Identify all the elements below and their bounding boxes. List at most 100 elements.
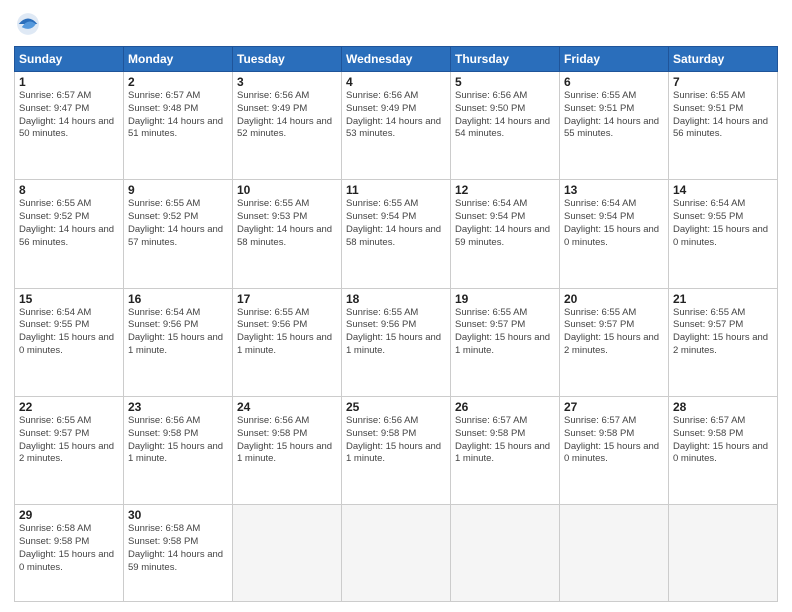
day-info: Sunrise: 6:56 AM Sunset: 9:49 PM Dayligh… — [346, 90, 446, 141]
day-info: Sunrise: 6:56 AM Sunset: 9:50 PM Dayligh… — [455, 90, 555, 141]
weekday-header-tuesday: Tuesday — [233, 47, 342, 72]
day-info: Sunrise: 6:55 AM Sunset: 9:56 PM Dayligh… — [346, 307, 446, 358]
day-info: Sunrise: 6:57 AM Sunset: 9:47 PM Dayligh… — [19, 90, 119, 141]
day-number: 14 — [673, 183, 773, 197]
day-info: Sunrise: 6:55 AM Sunset: 9:56 PM Dayligh… — [237, 307, 337, 358]
day-info: Sunrise: 6:55 AM Sunset: 9:51 PM Dayligh… — [673, 90, 773, 141]
calendar-cell: 21 Sunrise: 6:55 AM Sunset: 9:57 PM Dayl… — [669, 288, 778, 396]
day-info: Sunrise: 6:58 AM Sunset: 9:58 PM Dayligh… — [128, 523, 228, 574]
day-number: 23 — [128, 400, 228, 414]
calendar-header-row: SundayMondayTuesdayWednesdayThursdayFrid… — [15, 47, 778, 72]
day-number: 15 — [19, 292, 119, 306]
day-info: Sunrise: 6:57 AM Sunset: 9:58 PM Dayligh… — [564, 415, 664, 466]
calendar-cell: 17 Sunrise: 6:55 AM Sunset: 9:56 PM Dayl… — [233, 288, 342, 396]
calendar-cell: 22 Sunrise: 6:55 AM Sunset: 9:57 PM Dayl… — [15, 396, 124, 504]
calendar-cell — [233, 505, 342, 602]
day-number: 29 — [19, 508, 119, 522]
day-info: Sunrise: 6:55 AM Sunset: 9:53 PM Dayligh… — [237, 198, 337, 249]
weekday-header-sunday: Sunday — [15, 47, 124, 72]
calendar-cell: 1 Sunrise: 6:57 AM Sunset: 9:47 PM Dayli… — [15, 72, 124, 180]
day-number: 6 — [564, 75, 664, 89]
day-info: Sunrise: 6:54 AM Sunset: 9:54 PM Dayligh… — [564, 198, 664, 249]
day-info: Sunrise: 6:56 AM Sunset: 9:58 PM Dayligh… — [346, 415, 446, 466]
page: SundayMondayTuesdayWednesdayThursdayFrid… — [0, 0, 792, 612]
day-number: 28 — [673, 400, 773, 414]
calendar-cell: 5 Sunrise: 6:56 AM Sunset: 9:50 PM Dayli… — [451, 72, 560, 180]
day-number: 4 — [346, 75, 446, 89]
calendar-cell — [342, 505, 451, 602]
day-number: 7 — [673, 75, 773, 89]
calendar-cell: 18 Sunrise: 6:55 AM Sunset: 9:56 PM Dayl… — [342, 288, 451, 396]
day-info: Sunrise: 6:54 AM Sunset: 9:55 PM Dayligh… — [673, 198, 773, 249]
day-info: Sunrise: 6:56 AM Sunset: 9:58 PM Dayligh… — [237, 415, 337, 466]
day-number: 17 — [237, 292, 337, 306]
day-info: Sunrise: 6:56 AM Sunset: 9:58 PM Dayligh… — [128, 415, 228, 466]
calendar-cell: 14 Sunrise: 6:54 AM Sunset: 9:55 PM Dayl… — [669, 180, 778, 288]
day-number: 13 — [564, 183, 664, 197]
calendar-cell: 20 Sunrise: 6:55 AM Sunset: 9:57 PM Dayl… — [560, 288, 669, 396]
day-number: 21 — [673, 292, 773, 306]
calendar-cell: 10 Sunrise: 6:55 AM Sunset: 9:53 PM Dayl… — [233, 180, 342, 288]
day-number: 11 — [346, 183, 446, 197]
calendar-cell: 26 Sunrise: 6:57 AM Sunset: 9:58 PM Dayl… — [451, 396, 560, 504]
day-info: Sunrise: 6:57 AM Sunset: 9:58 PM Dayligh… — [455, 415, 555, 466]
day-number: 30 — [128, 508, 228, 522]
calendar-cell: 28 Sunrise: 6:57 AM Sunset: 9:58 PM Dayl… — [669, 396, 778, 504]
calendar-cell: 3 Sunrise: 6:56 AM Sunset: 9:49 PM Dayli… — [233, 72, 342, 180]
day-info: Sunrise: 6:56 AM Sunset: 9:49 PM Dayligh… — [237, 90, 337, 141]
day-info: Sunrise: 6:55 AM Sunset: 9:52 PM Dayligh… — [128, 198, 228, 249]
day-number: 24 — [237, 400, 337, 414]
calendar-week-row: 15 Sunrise: 6:54 AM Sunset: 9:55 PM Dayl… — [15, 288, 778, 396]
calendar-cell: 19 Sunrise: 6:55 AM Sunset: 9:57 PM Dayl… — [451, 288, 560, 396]
day-info: Sunrise: 6:55 AM Sunset: 9:57 PM Dayligh… — [19, 415, 119, 466]
day-number: 9 — [128, 183, 228, 197]
calendar-week-row: 8 Sunrise: 6:55 AM Sunset: 9:52 PM Dayli… — [15, 180, 778, 288]
day-info: Sunrise: 6:55 AM Sunset: 9:57 PM Dayligh… — [455, 307, 555, 358]
logo — [14, 10, 46, 38]
calendar-week-row: 29 Sunrise: 6:58 AM Sunset: 9:58 PM Dayl… — [15, 505, 778, 602]
calendar-cell: 16 Sunrise: 6:54 AM Sunset: 9:56 PM Dayl… — [124, 288, 233, 396]
logo-icon — [14, 10, 42, 38]
calendar-week-row: 22 Sunrise: 6:55 AM Sunset: 9:57 PM Dayl… — [15, 396, 778, 504]
calendar-cell — [451, 505, 560, 602]
calendar-cell: 29 Sunrise: 6:58 AM Sunset: 9:58 PM Dayl… — [15, 505, 124, 602]
calendar-cell: 12 Sunrise: 6:54 AM Sunset: 9:54 PM Dayl… — [451, 180, 560, 288]
day-info: Sunrise: 6:54 AM Sunset: 9:54 PM Dayligh… — [455, 198, 555, 249]
day-number: 3 — [237, 75, 337, 89]
weekday-header-monday: Monday — [124, 47, 233, 72]
calendar-cell: 25 Sunrise: 6:56 AM Sunset: 9:58 PM Dayl… — [342, 396, 451, 504]
day-info: Sunrise: 6:55 AM Sunset: 9:52 PM Dayligh… — [19, 198, 119, 249]
calendar-cell: 9 Sunrise: 6:55 AM Sunset: 9:52 PM Dayli… — [124, 180, 233, 288]
calendar-table: SundayMondayTuesdayWednesdayThursdayFrid… — [14, 46, 778, 602]
day-info: Sunrise: 6:55 AM Sunset: 9:51 PM Dayligh… — [564, 90, 664, 141]
day-info: Sunrise: 6:55 AM Sunset: 9:54 PM Dayligh… — [346, 198, 446, 249]
calendar-cell: 13 Sunrise: 6:54 AM Sunset: 9:54 PM Dayl… — [560, 180, 669, 288]
weekday-header-friday: Friday — [560, 47, 669, 72]
day-number: 22 — [19, 400, 119, 414]
calendar-cell: 30 Sunrise: 6:58 AM Sunset: 9:58 PM Dayl… — [124, 505, 233, 602]
calendar-cell: 2 Sunrise: 6:57 AM Sunset: 9:48 PM Dayli… — [124, 72, 233, 180]
day-number: 12 — [455, 183, 555, 197]
calendar-cell — [560, 505, 669, 602]
weekday-header-saturday: Saturday — [669, 47, 778, 72]
day-number: 1 — [19, 75, 119, 89]
weekday-header-wednesday: Wednesday — [342, 47, 451, 72]
day-number: 26 — [455, 400, 555, 414]
calendar-cell: 11 Sunrise: 6:55 AM Sunset: 9:54 PM Dayl… — [342, 180, 451, 288]
calendar-cell: 4 Sunrise: 6:56 AM Sunset: 9:49 PM Dayli… — [342, 72, 451, 180]
calendar-cell: 23 Sunrise: 6:56 AM Sunset: 9:58 PM Dayl… — [124, 396, 233, 504]
day-info: Sunrise: 6:57 AM Sunset: 9:58 PM Dayligh… — [673, 415, 773, 466]
day-number: 16 — [128, 292, 228, 306]
day-info: Sunrise: 6:58 AM Sunset: 9:58 PM Dayligh… — [19, 523, 119, 574]
day-number: 8 — [19, 183, 119, 197]
calendar-cell: 24 Sunrise: 6:56 AM Sunset: 9:58 PM Dayl… — [233, 396, 342, 504]
day-number: 25 — [346, 400, 446, 414]
calendar-cell: 7 Sunrise: 6:55 AM Sunset: 9:51 PM Dayli… — [669, 72, 778, 180]
calendar-cell: 6 Sunrise: 6:55 AM Sunset: 9:51 PM Dayli… — [560, 72, 669, 180]
calendar-week-row: 1 Sunrise: 6:57 AM Sunset: 9:47 PM Dayli… — [15, 72, 778, 180]
day-number: 2 — [128, 75, 228, 89]
day-number: 20 — [564, 292, 664, 306]
day-info: Sunrise: 6:57 AM Sunset: 9:48 PM Dayligh… — [128, 90, 228, 141]
day-info: Sunrise: 6:55 AM Sunset: 9:57 PM Dayligh… — [673, 307, 773, 358]
weekday-header-thursday: Thursday — [451, 47, 560, 72]
